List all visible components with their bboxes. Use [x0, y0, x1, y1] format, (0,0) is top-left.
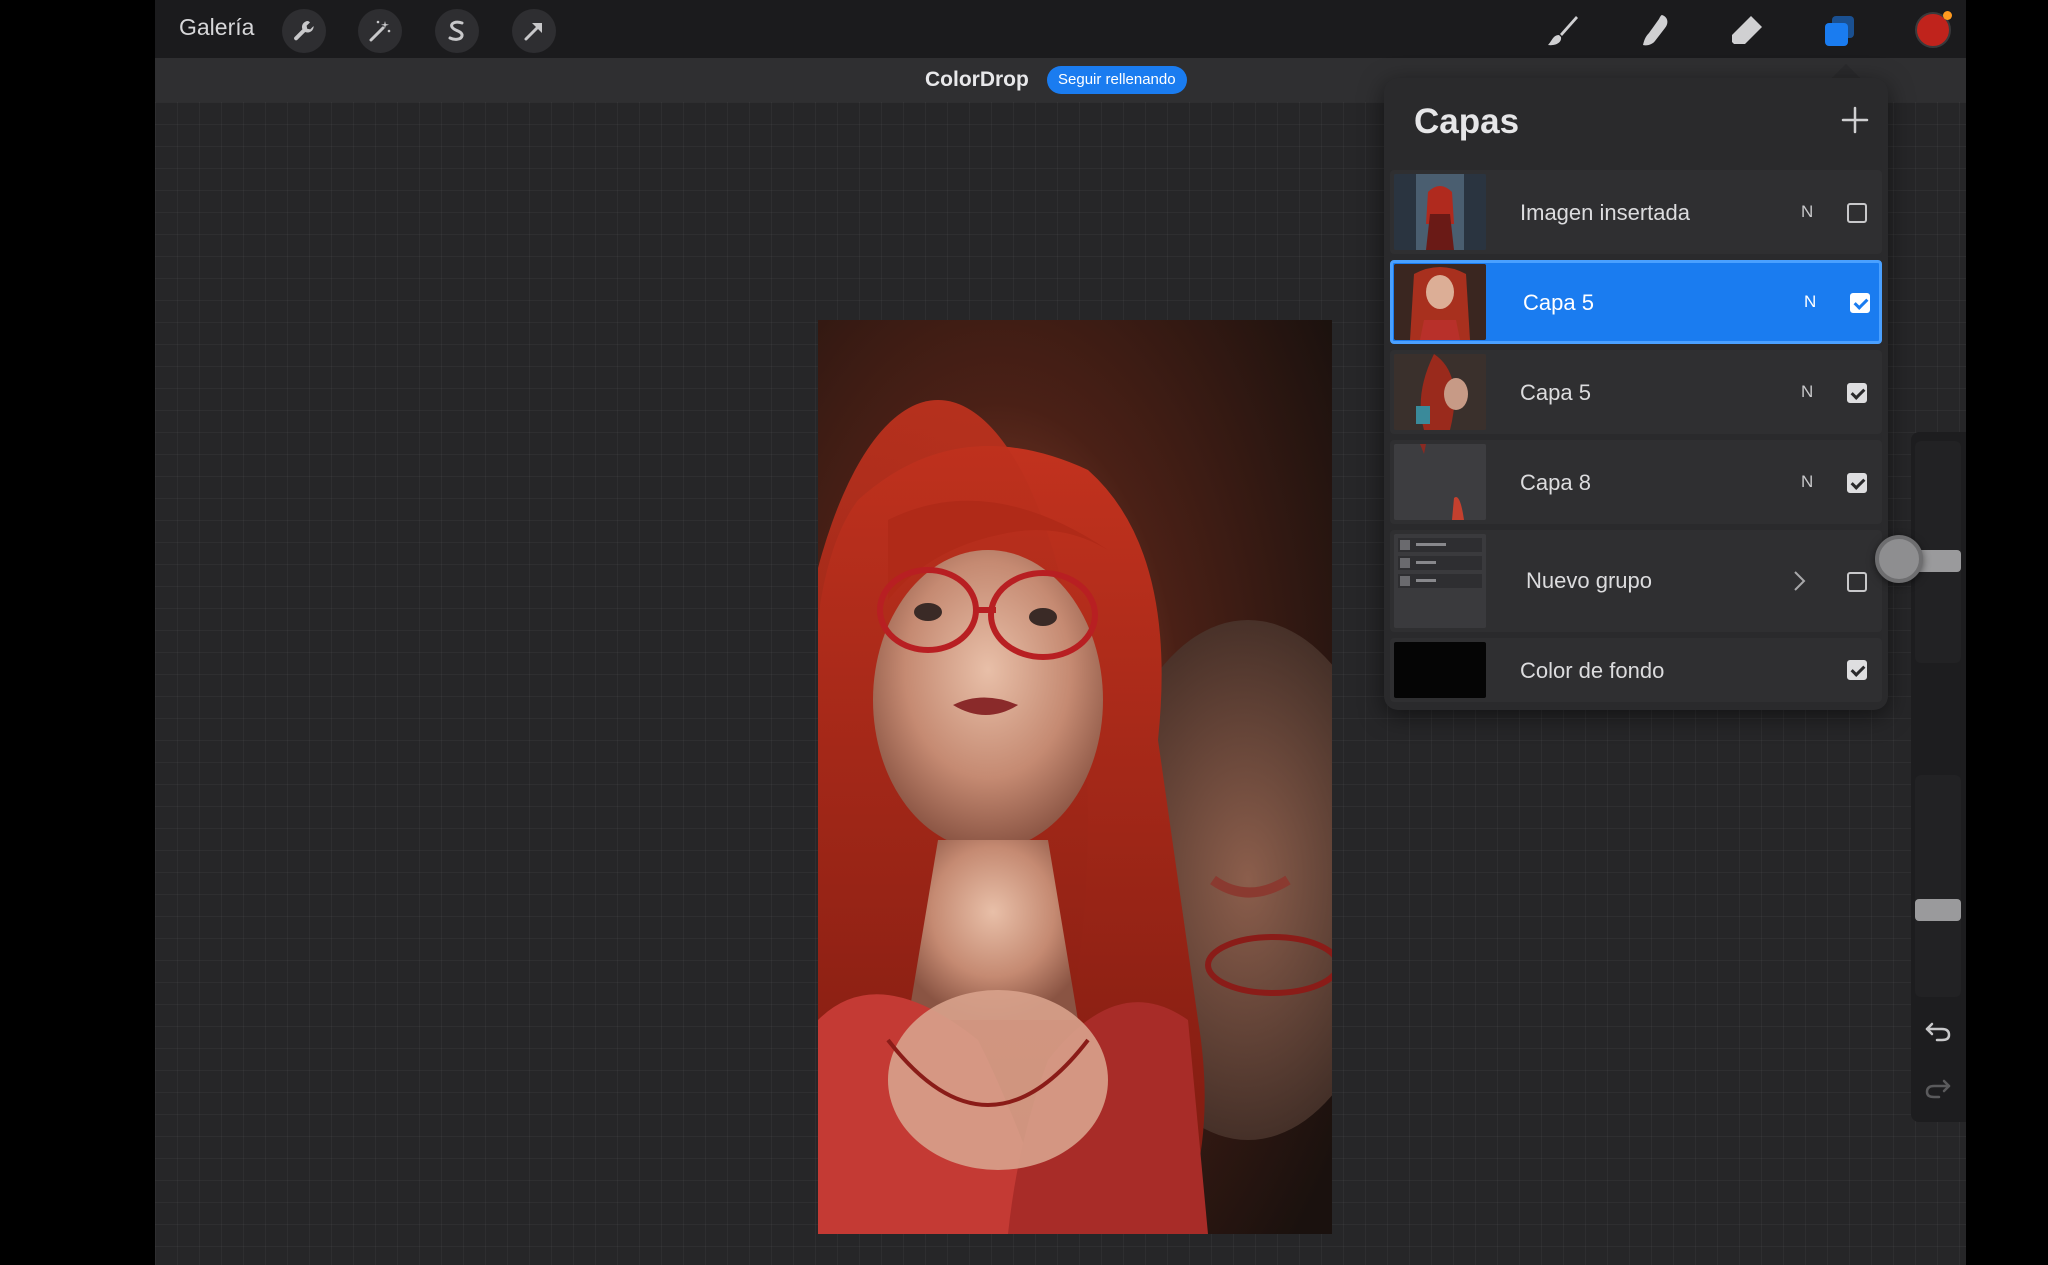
layers-panel-title: Capas	[1414, 102, 1520, 141]
layer-name: Color de fondo	[1520, 658, 1665, 683]
layer-thumbnail	[1394, 174, 1486, 250]
smudge-icon	[1643, 15, 1668, 46]
background-color-swatch[interactable]	[1394, 642, 1486, 698]
layer-row[interactable]: Capa 5 N	[1390, 350, 1882, 434]
add-layer-button[interactable]	[1837, 102, 1873, 138]
background-color-row[interactable]: Color de fondo	[1390, 638, 1882, 702]
blend-mode-button[interactable]: N	[1804, 292, 1816, 312]
adjustments-button[interactable]	[358, 9, 402, 53]
layer-name: Capa 5	[1520, 380, 1591, 405]
eraser-button[interactable]	[1724, 8, 1770, 54]
artwork-canvas[interactable]	[818, 320, 1332, 1234]
opacity-slider[interactable]	[1915, 775, 1961, 997]
background-visibility-checkbox[interactable]	[1847, 660, 1867, 680]
layer-visibility-checkbox[interactable]	[1847, 203, 1867, 223]
transform-button[interactable]	[512, 9, 556, 53]
magic-wand-icon	[369, 20, 391, 42]
group-name: Nuevo grupo	[1526, 568, 1652, 593]
layer-name: Capa 8	[1520, 470, 1591, 495]
opacity-handle[interactable]	[1915, 899, 1961, 921]
brush-button[interactable]	[1540, 8, 1586, 54]
layer-visibility-checkbox[interactable]	[1850, 293, 1870, 313]
eraser-icon	[1732, 16, 1762, 44]
selection-button[interactable]	[435, 9, 479, 53]
layers-icon	[1825, 16, 1854, 46]
layer-row[interactable]: Capa 8 N	[1390, 440, 1882, 524]
layer-name: Capa 5	[1523, 290, 1594, 315]
colordrop-title: ColorDrop	[925, 68, 1029, 91]
layer-thumbnail	[1394, 264, 1486, 340]
group-thumbnail	[1394, 534, 1486, 628]
layer-thumbnail	[1394, 444, 1486, 520]
group-visibility-checkbox[interactable]	[1847, 572, 1867, 592]
wrench-icon	[294, 20, 314, 41]
layer-visibility-checkbox[interactable]	[1847, 383, 1867, 403]
letterbox-right	[1966, 0, 2048, 1265]
plus-icon	[1841, 106, 1869, 134]
layer-group-row[interactable]: Nuevo grupo	[1390, 530, 1882, 632]
transform-arrow-icon	[524, 23, 542, 41]
layer-visibility-checkbox[interactable]	[1847, 473, 1867, 493]
artwork-illustration	[818, 320, 1332, 1234]
brush-icon	[1548, 16, 1578, 46]
layer-thumbnail	[1394, 354, 1486, 430]
smudge-button[interactable]	[1632, 8, 1678, 54]
layer-name: Imagen insertada	[1520, 200, 1690, 225]
layer-row[interactable]: Imagen insertada N	[1390, 170, 1882, 254]
redo-icon[interactable]	[1923, 1073, 1953, 1103]
color-picker-button[interactable]	[1915, 11, 1952, 48]
letterbox-left	[0, 0, 155, 1265]
layer-row-selected[interactable]: Capa 5 N	[1390, 260, 1882, 344]
actions-button[interactable]	[282, 9, 326, 53]
gallery-button[interactable]: Galería	[179, 14, 254, 41]
chevron-right-icon[interactable]	[1787, 569, 1811, 593]
top-toolbar: Galería	[155, 0, 1966, 58]
blend-mode-button[interactable]: N	[1801, 382, 1813, 402]
brush-size-knob[interactable]	[1875, 535, 1923, 583]
continue-filling-button[interactable]: Seguir rellenando	[1047, 66, 1187, 94]
layers-button[interactable]	[1816, 8, 1862, 54]
procreate-app: Galería ColorDrop Seguir rellenando Capa…	[155, 0, 1966, 1265]
blend-mode-button[interactable]: N	[1801, 472, 1813, 492]
selection-s-icon	[448, 20, 464, 41]
undo-icon[interactable]	[1923, 1016, 1953, 1046]
layers-panel: Capas Imagen insertada N Capa 5 N Capa 5…	[1384, 78, 1888, 710]
blend-mode-button[interactable]: N	[1801, 202, 1813, 222]
